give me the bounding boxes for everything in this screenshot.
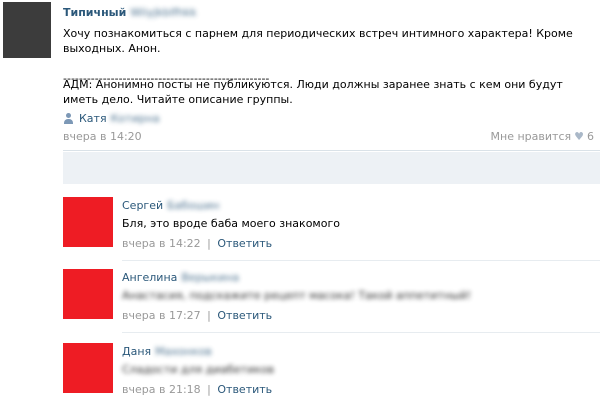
comment-meta: вчера в 17:27 | Ответить <box>122 309 272 322</box>
comment-avatar[interactable] <box>63 269 113 319</box>
admin-note: АДМ: Анонимно посты не публикуются. Люди… <box>63 78 563 106</box>
like-label[interactable]: Мне нравится <box>491 130 572 143</box>
comment: Ангелина Верыкина Анастасия, подскажите р… <box>63 269 600 339</box>
post-author-name[interactable]: Типичный Wiiyjkblfhkk <box>63 6 197 19</box>
post-author-avatar[interactable] <box>3 2 51 58</box>
post-time[interactable]: вчера в 14:20 <box>63 130 142 143</box>
comment-author[interactable]: Даня Махонков <box>122 345 212 358</box>
comment-avatar[interactable] <box>63 343 113 393</box>
post-body: Хочу познакомиться с парнем для периодич… <box>63 27 573 55</box>
post-author-suffix-blurred: Wiiyjkblfhkk <box>130 6 197 19</box>
meta-separator: | <box>207 383 211 396</box>
comment-avatar[interactable] <box>63 197 113 247</box>
post-signer[interactable]: Катя Котирна <box>63 112 160 125</box>
comment-author-last-blurred: Бабошин <box>167 199 220 212</box>
comment-text: Бля, это вроде баба моего знакомого <box>122 217 340 230</box>
comment-text-blurred: Анастасия, подскажите рецепт масока! Так… <box>122 289 472 302</box>
meta-separator: | <box>207 309 211 322</box>
comment-meta: вчера в 21:18 | Ответить <box>122 383 272 396</box>
comment-author[interactable]: Ангелина Верыкина <box>122 271 239 284</box>
heart-icon[interactable]: ♥ <box>574 130 584 143</box>
comment-input-area[interactable] <box>63 152 600 184</box>
comment-time[interactable]: вчера в 17:27 <box>122 309 201 322</box>
comment-author[interactable]: Сергей Бабошин <box>122 199 219 212</box>
comment-divider <box>122 260 600 261</box>
reply-link[interactable]: Ответить <box>217 383 272 396</box>
comment-author-first[interactable]: Ангелина <box>122 271 177 284</box>
comment-text-blurred: Сладости для диабетиков <box>122 363 275 376</box>
comment-divider <box>122 332 600 333</box>
post-author-first[interactable]: Типичный <box>63 6 126 19</box>
reply-link[interactable]: Ответить <box>217 309 272 322</box>
signer-last-name-blurred: Котирна <box>110 112 160 125</box>
comment-author-last-blurred: Махонков <box>155 345 212 358</box>
comment-time[interactable]: вчера в 14:22 <box>122 237 201 250</box>
comment-author-last-blurred: Верыкина <box>181 271 240 284</box>
meta-separator: | <box>207 237 211 250</box>
reply-link[interactable]: Ответить <box>217 237 272 250</box>
signer-first-name[interactable]: Катя <box>79 112 107 125</box>
comment-meta: вчера в 14:22 | Ответить <box>122 237 272 250</box>
comment-author-first[interactable]: Даня <box>122 345 151 358</box>
person-icon <box>63 113 74 124</box>
comment: Сергей Бабошин Бля, это вроде баба моего … <box>63 197 600 267</box>
post-meta: вчера в 14:20 <box>63 130 145 143</box>
like-count: 6 <box>587 130 594 143</box>
like-control[interactable]: Мне нравится ♥ 6 <box>491 130 594 143</box>
comment-author-first[interactable]: Сергей <box>122 199 163 212</box>
post-divider <box>63 150 600 151</box>
comment-time[interactable]: вчера в 21:18 <box>122 383 201 396</box>
